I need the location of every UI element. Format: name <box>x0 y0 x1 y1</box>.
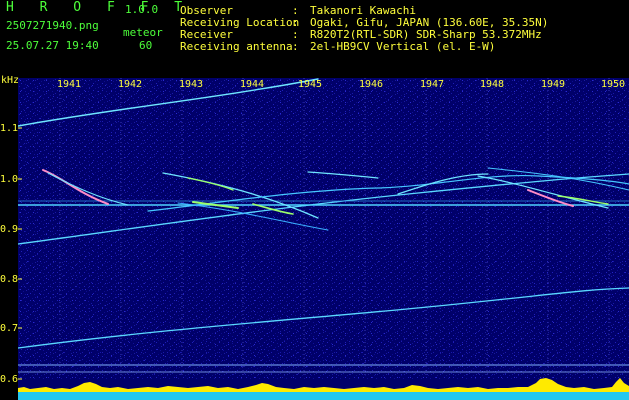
antenna-colon: : <box>292 40 299 53</box>
x-tick-label: 1949 <box>540 79 566 90</box>
x-tick-label: 1947 <box>419 79 445 90</box>
app-version: 1.0.0 <box>125 3 159 16</box>
noise-level-bar <box>18 392 629 400</box>
spectrogram-plot <box>18 78 629 400</box>
y-tick-label: 1.1 <box>0 123 19 134</box>
antenna-value: 2el-HB9CV Vertical (el. E-W) <box>310 40 496 53</box>
x-tick-label: 1946 <box>358 79 384 90</box>
hroft-spectrogram-window: H R O F F T 1.0.0 2507271940.png meteor … <box>0 0 629 400</box>
y-tick-label: 0.8 <box>0 274 19 285</box>
y-tick-label: 0.7 <box>0 323 19 334</box>
capture-datetime: 25.07.27 19:40 <box>6 39 99 52</box>
x-tick-label: 1945 <box>297 79 323 90</box>
mode-value: 60 <box>139 39 153 52</box>
antenna-label: Receiving antenna <box>180 40 293 53</box>
x-tick-label: 1941 <box>56 79 82 90</box>
mode-label: meteor <box>123 26 163 39</box>
capture-filename: 2507271940.png <box>6 19 99 32</box>
x-tick-label: 1944 <box>239 79 265 90</box>
y-tick-label: 0.6 <box>0 374 19 385</box>
x-tick-label: 1948 <box>479 79 505 90</box>
x-tick-label: 1950 <box>600 79 626 90</box>
x-tick-label: 1942 <box>117 79 143 90</box>
app-title: H R O F F T <box>6 0 192 15</box>
frequency-unit-label: kHz <box>1 75 20 86</box>
x-tick-label: 1943 <box>178 79 204 90</box>
spectrogram-noise <box>18 78 629 400</box>
y-tick-label: 0.9 <box>0 224 19 235</box>
y-tick-label: 1.0 <box>0 174 19 185</box>
